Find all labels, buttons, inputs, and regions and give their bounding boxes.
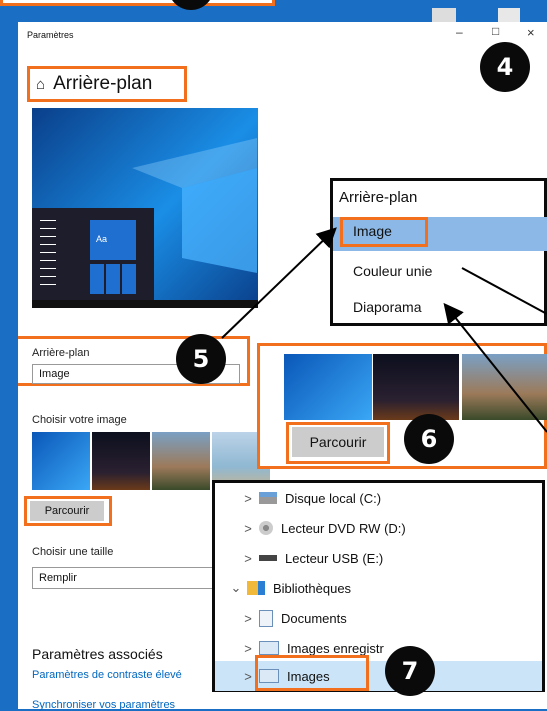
choose-image-label: Choisir votre image [32, 414, 127, 426]
image-thumb-night-sky[interactable] [92, 432, 150, 490]
image-thumb-windows[interactable] [32, 432, 90, 490]
callout-thumb-windows [284, 354, 372, 420]
chevron-right-icon[interactable]: > [237, 611, 259, 626]
usb-drive-icon [259, 555, 277, 561]
preview-start-menu: Aa [32, 208, 154, 300]
explorer-callout: > Disque local (C:) > Lecteur DVD RW (D:… [212, 480, 545, 692]
close-button[interactable]: × [527, 25, 535, 40]
tree-label: Lecteur USB (E:) [285, 550, 384, 566]
preview-tile-small [90, 264, 136, 294]
chevron-right-icon[interactable]: > [237, 521, 259, 536]
pictures-highlight [255, 655, 369, 691]
background-preview: Aa [32, 108, 258, 308]
tree-item-usb-drive[interactable]: > Lecteur USB (E:) [237, 543, 383, 573]
background-type-label: Arrière-plan [32, 347, 90, 359]
browse-callout: Parcourir [257, 343, 547, 469]
background-type-value: Image [39, 368, 70, 380]
fit-select[interactable]: Remplir [32, 567, 240, 589]
sync-settings-link[interactable]: Synchroniser vos paramètres [32, 699, 175, 711]
libraries-folder-icon [247, 581, 265, 595]
preview-menu-lines [40, 220, 56, 290]
chevron-right-icon[interactable]: > [237, 641, 259, 656]
browse-button[interactable]: Parcourir [30, 501, 104, 521]
fit-label: Choisir une taille [32, 546, 114, 558]
maximize-button[interactable]: □ [492, 24, 499, 38]
callout-browse-button[interactable]: Parcourir [292, 427, 384, 457]
dropdown-option-solid-color[interactable]: Couleur unie [353, 263, 432, 279]
step-5-badge: 5 [176, 334, 226, 384]
dvd-drive-icon [259, 521, 273, 535]
tree-label: Images enregistr [287, 640, 384, 656]
page-title: Arrière-plan [53, 73, 153, 94]
pictures-folder-icon [259, 641, 279, 655]
tree-label: Disque local (C:) [285, 490, 382, 506]
related-settings-title: Paramètres associés [32, 646, 163, 662]
image-thumb-group-photo[interactable] [152, 432, 210, 490]
tree-item-dvd-drive[interactable]: > Lecteur DVD RW (D:) [237, 513, 406, 543]
window-left-edge [0, 22, 18, 709]
documents-icon [259, 609, 273, 627]
preview-taskbar [32, 300, 258, 308]
minimize-button[interactable]: – [456, 25, 463, 39]
tree-label: Bibliothèques [273, 580, 352, 596]
tree-item-documents[interactable]: > Documents [237, 603, 347, 633]
fit-value: Remplir [39, 572, 77, 584]
tree-label: Lecteur DVD RW (D:) [281, 520, 406, 536]
dropdown-callout: Arrière-plan Image Couleur unie Diaporam… [330, 178, 547, 326]
step-4-badge: 4 [480, 42, 530, 92]
tree-item-libraries[interactable]: ⌄ Bibliothèques [225, 573, 352, 603]
preview-tile: Aa [90, 220, 136, 260]
page-title-highlight: ⌂ Arrière-plan [27, 66, 187, 102]
chevron-right-icon[interactable]: > [237, 491, 259, 506]
callout-thumb-group-photo [462, 354, 547, 420]
dropdown-option-image[interactable]: Image [353, 223, 392, 239]
step-7-badge: 7 [385, 646, 435, 696]
browse-button-label: Parcourir [44, 505, 90, 517]
chevron-right-icon[interactable]: > [237, 551, 259, 566]
chevron-down-icon[interactable]: ⌄ [225, 580, 247, 596]
callout-thumb-night-sky [373, 354, 459, 420]
callout-browse-label: Parcourir [309, 434, 367, 450]
dropdown-callout-title: Arrière-plan [339, 189, 418, 206]
high-contrast-link[interactable]: Paramètres de contraste élevé [32, 669, 182, 681]
previous-highlight-remnant [0, 0, 275, 6]
dropdown-option-slideshow[interactable]: Diaporama [353, 299, 421, 315]
home-icon[interactable]: ⌂ [36, 76, 45, 93]
step-6-badge: 6 [404, 414, 454, 464]
hard-drive-icon [259, 492, 277, 504]
tree-item-local-disk[interactable]: > Disque local (C:) [237, 483, 381, 513]
window-title: Paramètres [27, 30, 74, 40]
tree-label: Documents [281, 610, 347, 626]
